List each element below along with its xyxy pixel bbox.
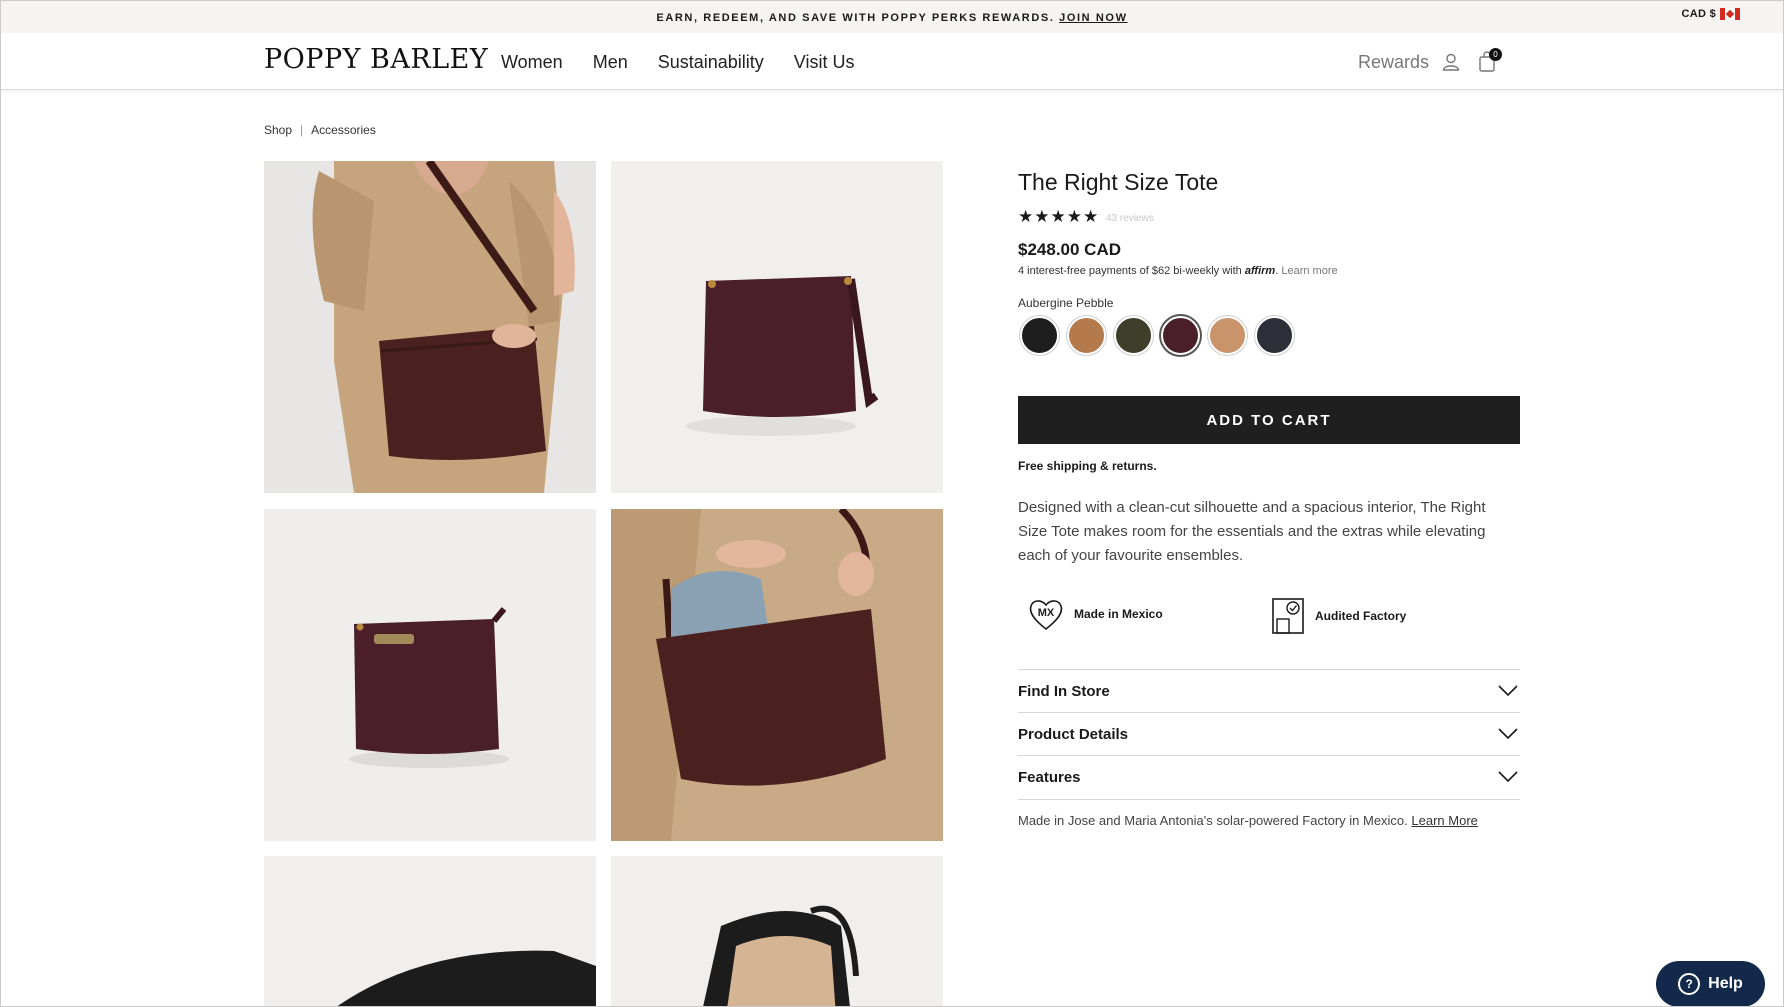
promo-message: EARN, REDEEM, AND SAVE WITH POPPY PERKS … [656, 12, 1055, 24]
factory-note: Made in Jose and Maria Antonia's solar-p… [1018, 813, 1478, 828]
color-swatch[interactable] [1255, 316, 1294, 355]
affirm-logo: affirm [1244, 265, 1276, 277]
help-question-icon: ? [1678, 973, 1701, 995]
page-frame: EARN, REDEEM, AND SAVE WITH POPPY PERKS … [0, 0, 1784, 1007]
product-description: Designed with a clean-cut silhouette and… [1018, 499, 1486, 564]
accordion-find-in-store[interactable]: Find In Store [1018, 669, 1520, 713]
product-image-inside-pockets[interactable] [611, 856, 943, 1006]
model-shoulder-illustration [264, 161, 596, 493]
add-to-cart-button[interactable]: ADD TO CART [1018, 396, 1520, 444]
breadcrumb: Shop | Accessories [264, 123, 376, 137]
color-swatch[interactable] [1114, 316, 1153, 355]
user-icon[interactable] [1442, 53, 1460, 71]
nav-visit-us[interactable]: Visit Us [794, 52, 855, 73]
cart-count-badge: 0 [1489, 48, 1502, 61]
chevron-down-icon [1498, 728, 1518, 740]
product-image-front[interactable] [264, 509, 596, 841]
rating-stars[interactable]: ★★★★★ [1018, 207, 1099, 227]
logo[interactable]: POPPY BARLEY [264, 44, 488, 75]
currency-selector[interactable]: CAD $ [1681, 8, 1740, 20]
accordion-label: Product Details [1018, 726, 1129, 743]
help-label: Help [1708, 975, 1743, 992]
product-image-model-shoulder[interactable] [264, 161, 596, 493]
product-image-model-open[interactable] [611, 509, 943, 841]
accordion-features[interactable]: Features [1018, 755, 1520, 800]
affirm-financing: 4 interest-free payments of $62 bi-weekl… [1018, 265, 1338, 277]
audited-factory-label: Audited Factory [1315, 609, 1407, 623]
accordion-product-details[interactable]: Product Details [1018, 712, 1520, 756]
rewards-link[interactable]: Rewards [1358, 52, 1429, 73]
selected-color-name: Aubergine Pebble [1018, 296, 1114, 310]
color-swatch[interactable] [1161, 316, 1200, 355]
bag-inside-illustration [611, 856, 943, 1006]
model-open-bag-illustration [611, 509, 943, 841]
affirm-learn-more-link[interactable]: Learn more [1281, 265, 1337, 277]
main-nav: Women Men Sustainability Visit Us [501, 52, 854, 73]
promo-bar: EARN, REDEEM, AND SAVE WITH POPPY PERKS … [1, 1, 1783, 34]
bag-front-illustration [264, 509, 596, 841]
factory-learn-more-link[interactable]: Learn More [1411, 813, 1477, 828]
affirm-text: 4 interest-free payments of $62 bi-weekl… [1018, 265, 1242, 277]
shipping-note: Free shipping & returns. [1018, 459, 1157, 473]
heart-mx-text: MX [1038, 607, 1055, 619]
product-image-interior[interactable] [264, 856, 596, 1006]
color-swatch[interactable] [1020, 316, 1059, 355]
chevron-down-icon [1498, 685, 1518, 697]
bag-side-illustration [611, 161, 943, 493]
nav-sustainability[interactable]: Sustainability [658, 52, 764, 73]
audited-factory-badge: Audited Factory [1271, 597, 1406, 635]
chevron-down-icon [1498, 771, 1518, 783]
nav-men[interactable]: Men [593, 52, 628, 73]
site-header: POPPY BARLEY Women Men Sustainability Vi… [1, 33, 1783, 90]
color-swatch[interactable] [1067, 316, 1106, 355]
product-title: The Right Size Tote [1018, 169, 1219, 195]
reviews-count[interactable]: 43 reviews [1106, 213, 1154, 224]
canada-flag-icon [1720, 8, 1740, 20]
accordion-label: Find In Store [1018, 683, 1110, 700]
bag-top-illustration [264, 856, 596, 1006]
made-in-mexico-label: Made in Mexico [1074, 607, 1163, 621]
help-button[interactable]: ? Help [1656, 961, 1765, 1006]
nav-women[interactable]: Women [501, 52, 563, 73]
color-swatch[interactable] [1208, 316, 1247, 355]
product-price: $248.00 CAD [1018, 240, 1122, 259]
audited-factory-icon [1272, 598, 1304, 634]
product-image-side[interactable] [611, 161, 943, 493]
breadcrumb-shop[interactable]: Shop [264, 123, 292, 137]
heart-mx-icon: MX [1029, 600, 1063, 631]
accordion-label: Features [1018, 769, 1081, 786]
promo-text: EARN, REDEEM, AND SAVE WITH POPPY PERKS … [1, 12, 1783, 24]
breadcrumb-accessories[interactable]: Accessories [311, 123, 376, 137]
currency-label: CAD $ [1681, 8, 1716, 20]
breadcrumb-separator: | [300, 123, 304, 137]
factory-note-text: Made in Jose and Maria Antonia's solar-p… [1018, 813, 1408, 828]
color-swatches [1020, 316, 1294, 355]
made-in-mexico-badge: MX Made in Mexico [1028, 597, 1163, 631]
join-now-link[interactable]: JOIN NOW [1059, 12, 1127, 24]
